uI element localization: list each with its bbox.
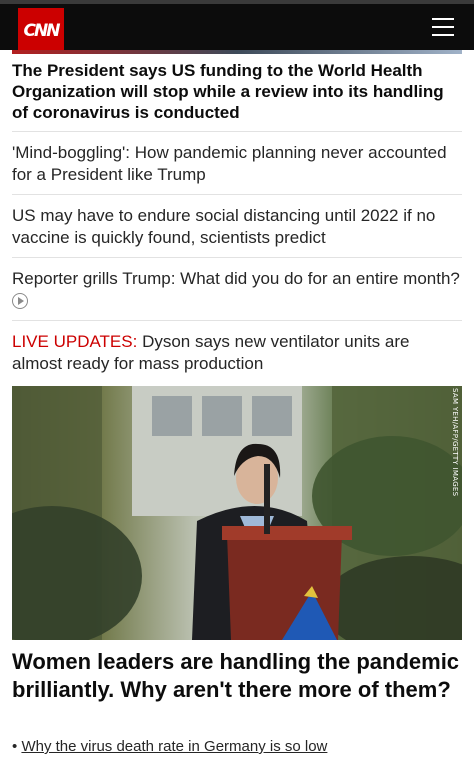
cnn-logo[interactable]: CNN	[18, 8, 64, 54]
previous-image-edge	[12, 50, 462, 54]
live-updates-link[interactable]: LIVE UPDATES: Dyson says new ventilator …	[12, 331, 462, 383]
video-story-link[interactable]: Reporter grills Trump: What did you do f…	[12, 268, 462, 321]
related-story: • Why the virus death rate in Germany is…	[12, 737, 327, 757]
story-link-text: Reporter grills Trump: What did you do f…	[12, 269, 460, 288]
related-story-link[interactable]: Why the virus death rate in Germany is s…	[21, 738, 327, 755]
live-updates-label: LIVE UPDATES:	[12, 332, 138, 351]
logo-text: CNN	[23, 21, 61, 41]
hamburger-icon[interactable]	[432, 18, 454, 38]
feature-photo[interactable]: SAM YEH/AFP/GETTY IMAGES	[12, 386, 462, 640]
bullet: •	[12, 738, 18, 755]
story-link[interactable]: US may have to endure social distancing …	[12, 205, 462, 258]
play-icon	[12, 293, 28, 309]
top-navigation-bar: CNN	[0, 0, 474, 54]
feature-photo-illustration	[12, 386, 462, 640]
lead-story-link[interactable]: The President says US funding to the Wor…	[12, 60, 462, 132]
story-link[interactable]: 'Mind-boggling': How pandemic planning n…	[12, 142, 462, 195]
feature-headline-link[interactable]: Women leaders are handling the pandemic …	[12, 648, 462, 704]
story-list: The President says US funding to the Wor…	[12, 60, 462, 393]
photo-credit: SAM YEH/AFP/GETTY IMAGES	[451, 388, 459, 497]
